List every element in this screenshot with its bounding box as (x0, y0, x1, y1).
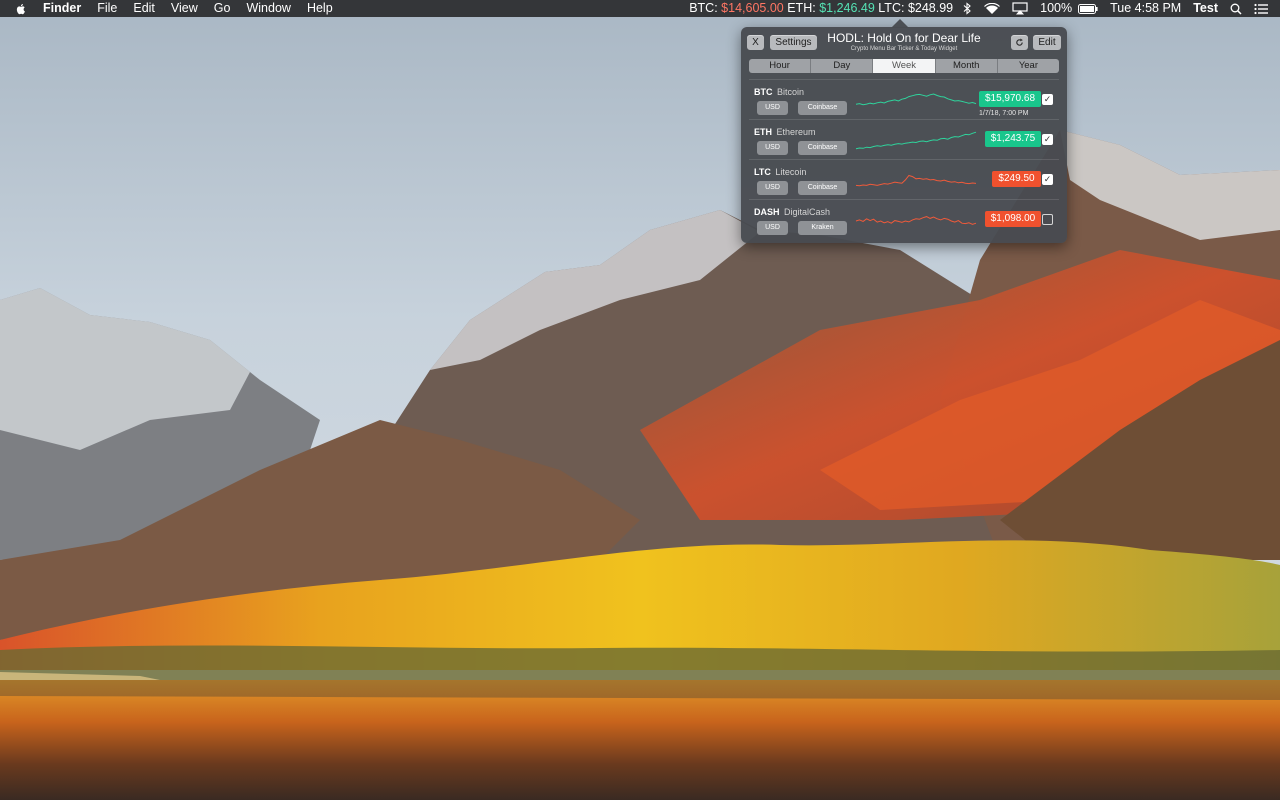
wifi-icon[interactable] (984, 2, 1001, 15)
coin-name: Bitcoin (777, 87, 805, 97)
price-badge: $249.50 (992, 171, 1041, 187)
menu-file[interactable]: File (89, 0, 125, 17)
exchange-button[interactable]: Coinbase (798, 141, 847, 155)
bluetooth-icon[interactable] (963, 2, 972, 15)
time-range-segmented-control: Hour Day Week Month Year (749, 59, 1059, 73)
user-menu[interactable]: Test (1187, 0, 1224, 17)
hodl-popover: X Settings HODL: Hold On for Dear Life C… (741, 19, 1067, 243)
price-badge: $1,098.00 (985, 211, 1041, 227)
refresh-button[interactable] (1011, 35, 1028, 50)
menu-window[interactable]: Window (238, 0, 298, 17)
coin-row-eth[interactable]: ETH Ethereum USD Coinbase $1,243.75 ✓ (749, 119, 1059, 159)
airplay-icon[interactable] (1012, 2, 1028, 15)
currency-button[interactable]: USD (757, 221, 788, 235)
coin-label: DASH DigitalCash (754, 207, 830, 217)
menu-bar-checkbox[interactable]: ✓ (1042, 174, 1053, 185)
menu-bar-checkbox[interactable] (1042, 214, 1053, 225)
coin-ticker: DASH (754, 207, 780, 217)
coin-label: ETH Ethereum (754, 127, 816, 137)
ticker-ltc-symbol: LTC: (878, 1, 905, 15)
tab-day[interactable]: Day (811, 59, 874, 73)
coin-label: BTC Bitcoin (754, 87, 804, 97)
battery-icon[interactable] (1078, 3, 1098, 14)
coin-row-btc[interactable]: BTC Bitcoin USD Coinbase $15,970.68 ✓ 1/… (749, 79, 1059, 119)
tab-month[interactable]: Month (936, 59, 998, 73)
exchange-button[interactable]: Coinbase (798, 101, 847, 115)
currency-button[interactable]: USD (757, 101, 788, 115)
menu-go[interactable]: Go (206, 0, 239, 17)
tab-week[interactable]: Week (873, 59, 936, 73)
coin-name: DigitalCash (784, 207, 831, 217)
coin-row-ltc[interactable]: LTC Litecoin USD Coinbase $249.50 ✓ (749, 159, 1059, 199)
menu-bar-checkbox[interactable]: ✓ (1042, 94, 1053, 105)
coin-label: LTC Litecoin (754, 167, 806, 177)
notification-center-icon[interactable] (1254, 3, 1268, 15)
price-timestamp: 1/7/18, 7:00 PM (979, 110, 1029, 117)
menu-bar-checkbox[interactable]: ✓ (1042, 134, 1053, 145)
coin-name: Ethereum (776, 127, 816, 137)
sparkline (855, 216, 977, 225)
crypto-ticker[interactable]: BTC: $14,605.00 ETH: $1,246.49 LTC: $248… (689, 0, 953, 17)
edit-button[interactable]: Edit (1033, 35, 1061, 50)
ticker-ltc-value: $248.99 (907, 1, 954, 15)
ticker-btc-symbol: BTC: (689, 1, 718, 15)
sparkline (855, 93, 977, 106)
refresh-icon (1016, 38, 1023, 46)
currency-button[interactable]: USD (757, 141, 788, 155)
menu-bar: Finder File Edit View Go Window Help BTC… (0, 0, 1280, 17)
desktop-wallpaper (0, 0, 1280, 800)
menu-help[interactable]: Help (299, 0, 341, 17)
spotlight-search-icon[interactable] (1230, 3, 1242, 15)
ticker-btc-value: $14,605.00 (721, 1, 784, 15)
battery-percentage: 100% (1040, 1, 1073, 15)
tab-year[interactable]: Year (998, 59, 1059, 73)
price-badge: $1,243.75 (985, 131, 1041, 147)
coin-ticker: LTC (754, 167, 771, 177)
menu-edit[interactable]: Edit (125, 0, 163, 17)
popover-arrow (891, 19, 909, 28)
coin-row-dash[interactable]: DASH DigitalCash USD Kraken $1,098.00 (749, 199, 1059, 239)
ticker-eth-value: $1,246.49 (819, 1, 875, 15)
coin-ticker: ETH (754, 127, 772, 137)
sparkline (855, 174, 977, 187)
currency-button[interactable]: USD (757, 181, 788, 195)
apple-menu-icon[interactable] (14, 2, 28, 16)
coin-name: Litecoin (775, 167, 807, 177)
sparkline (855, 131, 977, 150)
coin-ticker: BTC (754, 87, 773, 97)
price-badge: $15,970.68 (979, 91, 1041, 107)
exchange-button[interactable]: Kraken (798, 221, 847, 235)
tab-hour[interactable]: Hour (749, 59, 812, 73)
coin-list: BTC Bitcoin USD Coinbase $15,970.68 ✓ 1/… (749, 79, 1059, 239)
menu-view[interactable]: View (163, 0, 206, 17)
app-menu-finder[interactable]: Finder (41, 0, 89, 17)
exchange-button[interactable]: Coinbase (798, 181, 847, 195)
menu-clock[interactable]: Tue 4:58 PM (1104, 0, 1187, 17)
ticker-eth-symbol: ETH: (787, 1, 816, 15)
